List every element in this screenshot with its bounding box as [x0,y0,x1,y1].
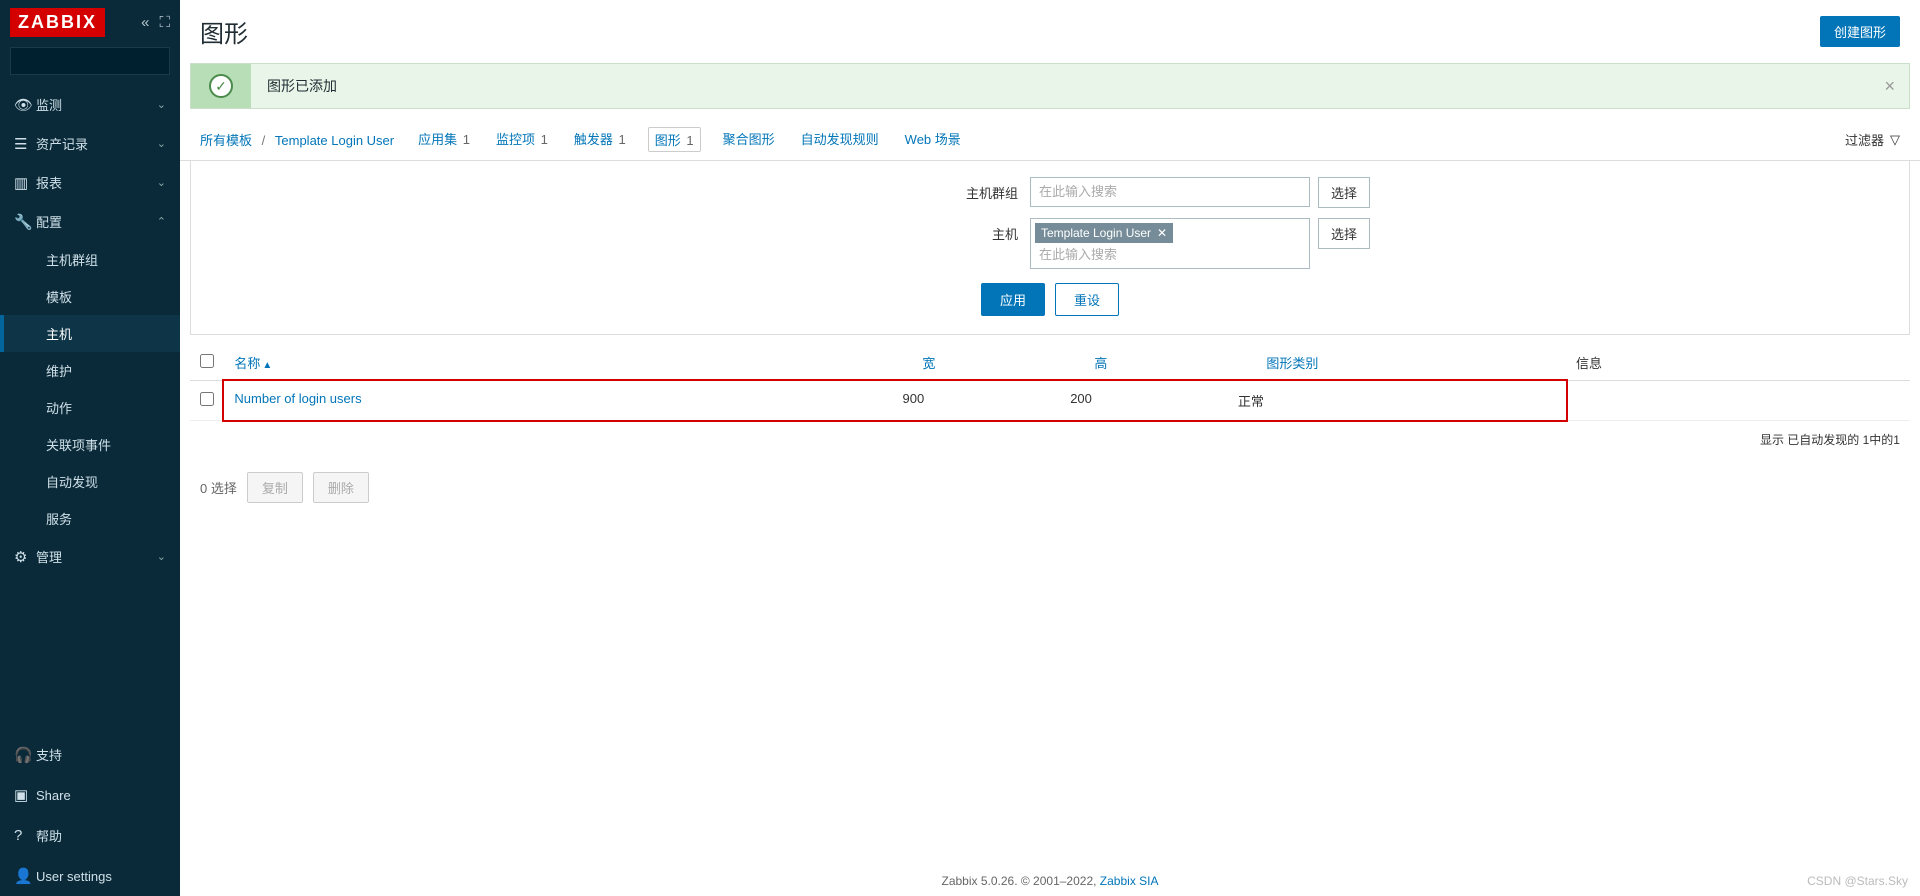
nav-config[interactable]: 🔧配置⌃ [0,202,180,241]
list-icon: ☰ [14,135,36,153]
copy-button[interactable]: 复制 [247,472,303,503]
host-label: 主机 [730,218,1030,243]
nav-admin[interactable]: ⚙管理⌄ [0,537,180,576]
col-name[interactable]: 名称▲ [224,345,912,381]
collapse-icon[interactable]: « [141,14,149,31]
chevron-down-icon: ⌄ [157,137,166,150]
table-footer: 显示 已自动发现的 1中的1 [190,421,1910,459]
breadcrumb-all-templates[interactable]: 所有模板 [200,133,252,148]
nav-config-sub: 主机群组 模板 主机 维护 动作 关联项事件 自动发现 服务 [0,241,180,537]
sub-hostgroups[interactable]: 主机群组 [0,241,180,278]
sub-actions[interactable]: 动作 [0,389,180,426]
search-input[interactable] [17,54,193,69]
tab-web[interactable]: Web 场景 [901,127,965,152]
hostgroup-select-button[interactable]: 选择 [1318,177,1370,208]
sub-services[interactable]: 服务 [0,500,180,537]
col-width[interactable]: 宽 [912,345,1084,381]
filter-panel: 主机群组 选择 主机 Template Login User✕ 选择 [190,161,1910,335]
sort-asc-icon: ▲ [262,360,272,371]
help-icon: ? [14,827,36,844]
create-graph-button[interactable]: 创建图形 [1820,16,1900,47]
host-input[interactable] [1035,245,1305,264]
col-height[interactable]: 高 [1084,345,1256,381]
host-select-button[interactable]: 选择 [1318,218,1370,249]
message-text: 图形已添加 [251,64,1870,108]
breadcrumb-template[interactable]: Template Login User [275,133,394,148]
reset-button[interactable]: 重设 [1055,283,1119,316]
sidebar: ZABBIX « ⛶ 🔍 👁监测⌄ ☰资产记录⌄ ▥报表⌄ 🔧配置⌃ 主机群组 … [0,0,180,896]
host-input-box[interactable]: Template Login User✕ [1030,218,1310,269]
headset-icon: 🎧 [14,746,36,764]
eye-icon: 👁 [14,96,36,114]
chevron-down-icon: ⌄ [157,98,166,111]
sub-discovery[interactable]: 自动发现 [0,463,180,500]
tab-items[interactable]: 监控项 1 [492,127,552,152]
tab-agg[interactable]: 聚合图形 [719,127,779,152]
nav-support[interactable]: 🎧支持 [0,734,180,775]
apply-button[interactable]: 应用 [981,283,1045,316]
hostgroup-label: 主机群组 [730,177,1030,202]
logo[interactable]: ZABBIX [10,8,105,37]
row-type: 正常 [1228,381,1566,420]
bulk-actions: 0 选择 复制 删除 [180,458,1920,517]
col-type[interactable]: 图形类别 [1256,345,1566,381]
tab-discovery[interactable]: 自动发现规则 [797,127,883,152]
row-width: 900 [893,381,1061,420]
nav-reports[interactable]: ▥报表⌄ [0,163,180,202]
host-tag: Template Login User✕ [1035,223,1173,243]
global-search[interactable]: 🔍 [10,47,170,75]
chevron-down-icon: ⌄ [157,550,166,563]
wrench-icon: 🔧 [14,213,36,231]
page-title: 图形 [200,14,248,49]
close-icon[interactable]: × [1870,76,1909,97]
chart-icon: ▥ [14,174,36,192]
nav-help[interactable]: ?帮助 [0,815,180,856]
gear-icon: ⚙ [14,548,36,566]
chevron-up-icon: ⌃ [157,215,166,228]
expand-icon[interactable]: ⛶ [159,14,170,31]
hostgroup-input-box[interactable] [1030,177,1310,207]
selected-count: 0 选择 [200,478,237,497]
graph-name-link[interactable]: Number of login users [234,391,361,406]
row-height: 200 [1060,381,1228,420]
main-content: 图形 创建图形 ✓ 图形已添加 × 所有模板 / Template Login … [180,0,1920,896]
nav-user[interactable]: 👤User settings [0,856,180,896]
chevron-down-icon: ⌄ [157,176,166,189]
row-checkbox[interactable] [200,392,214,406]
sub-templates[interactable]: 模板 [0,278,180,315]
tab-graphs[interactable]: 图形 1 [648,127,701,152]
sub-correlation[interactable]: 关联项事件 [0,426,180,463]
watermark: CSDN @Stars.Sky [1807,874,1908,888]
nav-share[interactable]: ▣Share [0,775,180,815]
delete-button[interactable]: 删除 [313,472,369,503]
remove-tag-icon[interactable]: ✕ [1157,226,1167,240]
graphs-table: 名称▲ 宽 高 图形类别 信息 Number of login users 9 [190,345,1910,458]
col-info: 信息 [1566,345,1910,381]
success-message: ✓ 图形已添加 × [190,63,1910,109]
breadcrumb: 所有模板 / Template Login User [200,130,394,149]
share-icon: ▣ [14,786,36,804]
sub-hosts[interactable]: 主机 [0,315,180,352]
row-info [1566,381,1910,421]
tab-triggers[interactable]: 触发器 1 [570,127,630,152]
tab-apps[interactable]: 应用集 1 [414,127,474,152]
footer-link[interactable]: Zabbix SIA [1100,874,1159,888]
footer: Zabbix 5.0.26. © 2001–2022, Zabbix SIA [180,858,1920,896]
table-row: Number of login users 900 200 正常 [190,381,1910,421]
hostgroup-input[interactable] [1035,182,1305,201]
check-icon: ✓ [209,74,233,98]
select-all-checkbox[interactable] [200,354,214,368]
nav-inventory[interactable]: ☰资产记录⌄ [0,124,180,163]
nav-monitoring[interactable]: 👁监测⌄ [0,85,180,124]
user-icon: 👤 [14,867,36,885]
filter-toggle[interactable]: 过滤器 ▽ [1845,130,1900,149]
sub-maintenance[interactable]: 维护 [0,352,180,389]
filter-icon: ▽ [1890,132,1900,148]
